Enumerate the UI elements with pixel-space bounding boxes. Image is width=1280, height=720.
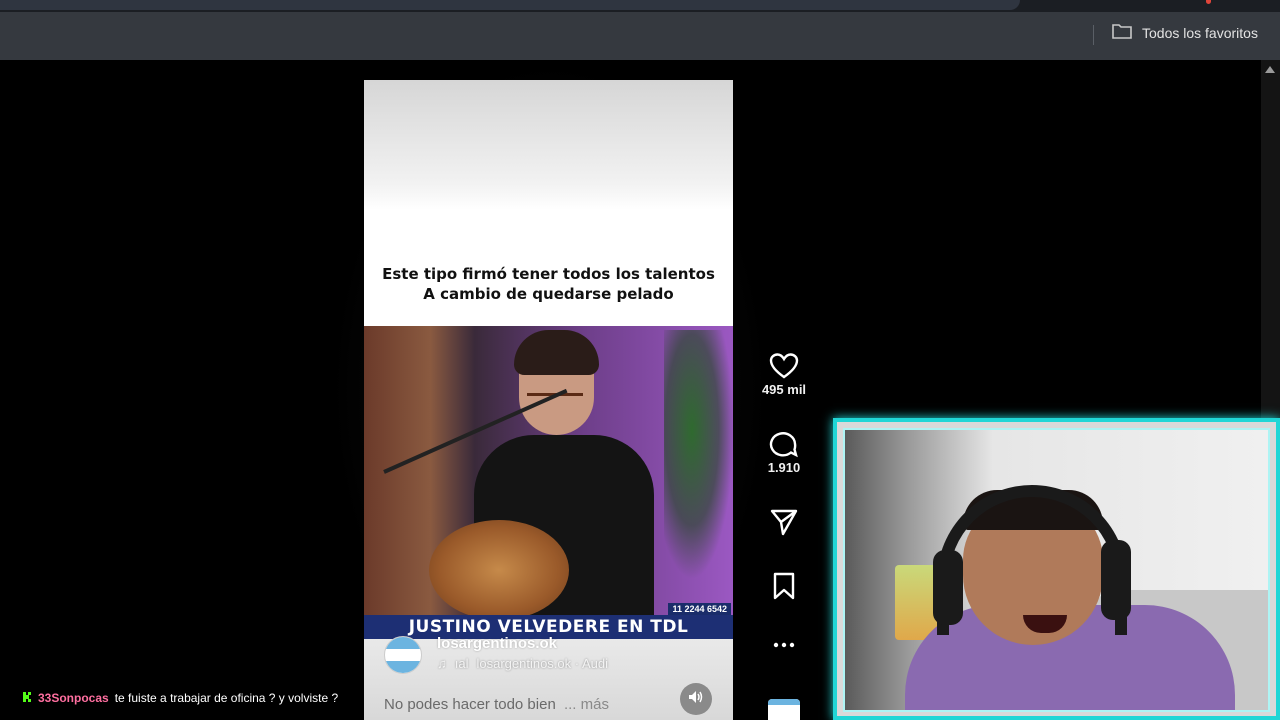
video-description: No podes hacer todo bien ... más	[384, 696, 609, 713]
kick-icon	[22, 691, 32, 705]
folder-icon	[1112, 23, 1132, 42]
music-note-icon: ♫	[437, 656, 447, 671]
chat-username[interactable]: 33Sonpocas	[38, 691, 109, 705]
reel-video[interactable]: Este tipo firmó tener todos los talentos…	[364, 80, 733, 720]
headphone-cup-right	[1101, 540, 1131, 620]
speaker-icon	[688, 690, 704, 709]
chat-message: 33Sonpocas te fuiste a trabajar de ofici…	[22, 691, 338, 705]
save-action[interactable]	[758, 572, 810, 600]
avatar-stripe-top	[385, 637, 421, 649]
account-username[interactable]: losargentinos.ok	[437, 635, 557, 652]
like-action[interactable]: 495 mil	[758, 352, 810, 397]
browser-tab-strip	[0, 0, 1280, 12]
audio-thumbnail[interactable]	[768, 699, 800, 720]
comment-action[interactable]: 1.910	[758, 430, 810, 475]
account-avatar[interactable]	[384, 636, 422, 674]
audio-prefix: ıal	[454, 656, 469, 671]
more-dots-icon[interactable]	[758, 640, 810, 650]
share-action[interactable]	[758, 508, 810, 536]
browser-address-bar-area[interactable]	[0, 0, 1020, 10]
video-top-band	[364, 80, 733, 210]
scroll-up-arrow-icon[interactable]	[1265, 66, 1275, 73]
comment-count: 1.910	[767, 460, 801, 475]
webcam-feed	[843, 428, 1270, 712]
streamer-webcam	[833, 418, 1280, 720]
scene-plant	[664, 330, 733, 580]
audio-track[interactable]: ♫ ıal losargentinos.ok · Audi	[437, 656, 608, 671]
phone-number-tag: 11 2244 6542	[668, 603, 731, 615]
send-icon[interactable]	[758, 508, 810, 536]
like-count: 495 mil	[761, 382, 807, 397]
audio-label: losargentinos.ok · Audi	[476, 656, 609, 671]
bookmark-icon[interactable]	[758, 572, 810, 600]
video-caption: Este tipo firmó tener todos los talentos…	[364, 264, 733, 304]
guitar	[429, 520, 569, 620]
bookmarks-folder-label: Todos los favoritos	[1142, 24, 1258, 41]
thumbnail-stripe	[768, 699, 800, 705]
more-link[interactable]: ... más	[564, 696, 609, 713]
notification-dot	[1206, 0, 1211, 4]
caption-line-1: Este tipo firmó tener todos los talentos	[382, 265, 715, 283]
caption-line-2: A cambio de quedarse pelado	[423, 285, 674, 303]
avatar-stripe-bottom	[385, 661, 421, 673]
headphone-cup-left	[933, 550, 963, 625]
bookmarks-separator	[1093, 25, 1094, 45]
chat-text: te fuiste a trabajar de oficina ? y volv…	[114, 691, 339, 705]
mute-button[interactable]	[680, 683, 712, 715]
description-text: No podes hacer todo bien	[384, 696, 556, 713]
all-bookmarks-folder[interactable]: Todos los favoritos	[1112, 23, 1258, 42]
bookmarks-bar: Todos los favoritos	[0, 12, 1280, 60]
comment-bubble-icon[interactable]	[758, 430, 810, 458]
heart-icon[interactable]	[758, 352, 810, 380]
more-options-action[interactable]	[758, 640, 810, 650]
